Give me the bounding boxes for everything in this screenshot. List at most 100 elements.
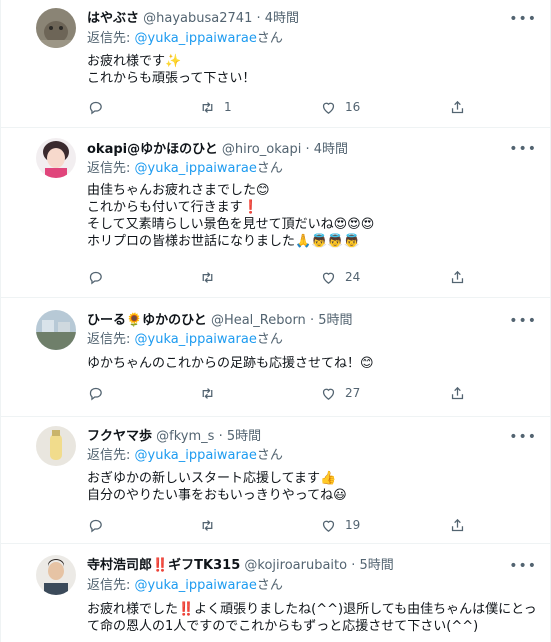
reply-suffix: さん [256,332,283,347]
timestamp[interactable]: 5時間 [360,558,394,573]
like-button[interactable]: 24 [320,268,360,286]
reply-button[interactable] [87,268,104,286]
tweet-text: お疲れ様です✨ これからも頑張って下さい！ [87,54,256,86]
display-name[interactable]: 寺村浩司郎‼️ギフTK315 [87,558,240,573]
more-options-icon[interactable]: ••• [509,430,537,444]
more-options-icon[interactable]: ••• [509,142,537,156]
share-button[interactable] [449,98,466,116]
separator-dot: · [218,429,223,444]
heart-icon [322,272,335,284]
heart-icon [322,102,335,114]
user-handle[interactable]: @hiro_okapi [222,142,301,157]
user-handle[interactable]: @Heal_Reborn [211,313,306,328]
reply-icon [89,271,102,284]
tweet[interactable]: フクヤマ歩 @fkym_s · 5時間 ••• 返信先: @yuka_ippai… [0,417,551,544]
like-button[interactable]: 19 [320,516,360,534]
heart-icon [322,388,335,400]
retweet-icon [202,519,213,531]
avatar[interactable] [36,310,76,350]
timestamp[interactable]: 5時間 [318,313,352,328]
more-options-icon[interactable]: ••• [509,314,537,328]
separator-dot: · [305,142,310,157]
like-count: 24 [345,270,361,284]
mention-link[interactable]: @yuka_ippaiwarae [135,31,257,46]
action-bar: 1 16 [87,98,467,116]
display-name[interactable]: okapi@ゆかほのひと [87,142,218,157]
action-bar: 19 [87,516,467,534]
avatar[interactable] [36,8,76,48]
tweet-text: 由佳ちゃんお疲れさまでした😊 これからも付いて行きます❗ そして又素晴らしい景色… [87,183,375,249]
like-count: 27 [345,386,361,400]
more-options-icon[interactable]: ••• [509,559,537,573]
retweet-button[interactable]: 1 [199,98,232,116]
tweet-text: お疲れ様でした‼️よく頑張りましたね(^^)退所しても由佳ちゃんは僕にとって命の… [87,602,537,634]
share-button[interactable] [449,516,466,534]
reply-context: 返信先: @yuka_ippaiwaraeさん [87,31,283,47]
display-name[interactable]: ひーる🌻ゆかのひと [87,313,207,328]
tweet[interactable]: okapi@ゆかほのひと @hiro_okapi · 4時間 ••• 返信先: … [0,128,551,298]
display-name[interactable]: フクヤマ歩 [87,429,152,444]
separator-dot: · [351,558,356,573]
reply-button[interactable] [87,384,104,402]
reply-context: 返信先: @yuka_ippaiwaraeさん [87,161,283,177]
reply-button[interactable] [87,98,104,116]
like-count: 19 [345,518,361,532]
more-options-icon[interactable]: ••• [509,12,537,26]
share-icon [451,270,464,283]
reply-icon [89,519,102,532]
retweet-icon [202,101,213,113]
reply-context: 返信先: @yuka_ippaiwaraeさん [87,578,283,594]
reply-icon [89,101,102,114]
mention-link[interactable]: @yuka_ippaiwarae [135,332,257,347]
retweet-button[interactable] [199,516,224,534]
reply-suffix: さん [256,31,283,46]
reply-prefix: 返信先: [87,161,135,176]
reply-button[interactable] [87,516,104,534]
retweet-icon [202,387,213,399]
share-icon [451,386,464,399]
tweet[interactable]: ひーる🌻ゆかのひと @Heal_Reborn · 5時間 ••• 返信先: @y… [0,298,551,417]
retweet-count: 1 [224,100,232,114]
reply-prefix: 返信先: [87,578,135,593]
tweet-text: ゆかちゃんのこれからの足跡も応援させてね！😊 [87,356,374,371]
heart-icon [322,520,335,532]
reply-suffix: さん [256,161,283,176]
action-bar: 24 [87,268,467,286]
reply-context: 返信先: @yuka_ippaiwaraeさん [87,332,283,348]
share-icon [451,518,464,531]
timestamp[interactable]: 5時間 [227,429,261,444]
retweet-button[interactable] [199,384,224,402]
tweet[interactable]: 寺村浩司郎‼️ギフTK315 @kojiroarubaito · 5時間 •••… [0,544,551,642]
display-name[interactable]: はやぶさ [87,11,139,26]
user-handle[interactable]: @hayabusa2741 [143,11,252,26]
share-icon [451,100,464,113]
avatar[interactable] [36,138,76,178]
retweet-button[interactable] [199,268,224,286]
tweet[interactable]: はやぶさ @hayabusa2741 · 4時間 ••• 返信先: @yuka_… [0,0,551,128]
like-button[interactable]: 16 [320,98,360,116]
separator-dot: · [309,313,315,328]
reply-suffix: さん [256,448,283,463]
reply-context: 返信先: @yuka_ippaiwaraeさん [87,448,283,464]
reply-prefix: 返信先: [87,332,135,347]
reply-prefix: 返信先: [87,448,135,463]
share-button[interactable] [449,268,466,286]
reply-prefix: 返信先: [87,31,135,46]
user-handle[interactable]: @kojiroarubaito [244,558,347,573]
reply-icon [89,387,102,400]
retweet-icon [202,271,213,283]
share-button[interactable] [449,384,466,402]
like-button[interactable]: 27 [320,384,360,402]
reply-suffix: さん [256,578,283,593]
avatar[interactable] [36,555,76,595]
timestamp[interactable]: 4時間 [265,11,299,26]
like-count: 16 [345,100,361,114]
mention-link[interactable]: @yuka_ippaiwarae [135,448,257,463]
mention-link[interactable]: @yuka_ippaiwarae [135,161,257,176]
user-handle[interactable]: @fkym_s [156,429,214,444]
mention-link[interactable]: @yuka_ippaiwarae [135,578,257,593]
action-bar: 27 [87,384,467,402]
avatar[interactable] [36,426,76,466]
separator-dot: · [256,11,261,26]
timestamp[interactable]: 4時間 [314,142,348,157]
